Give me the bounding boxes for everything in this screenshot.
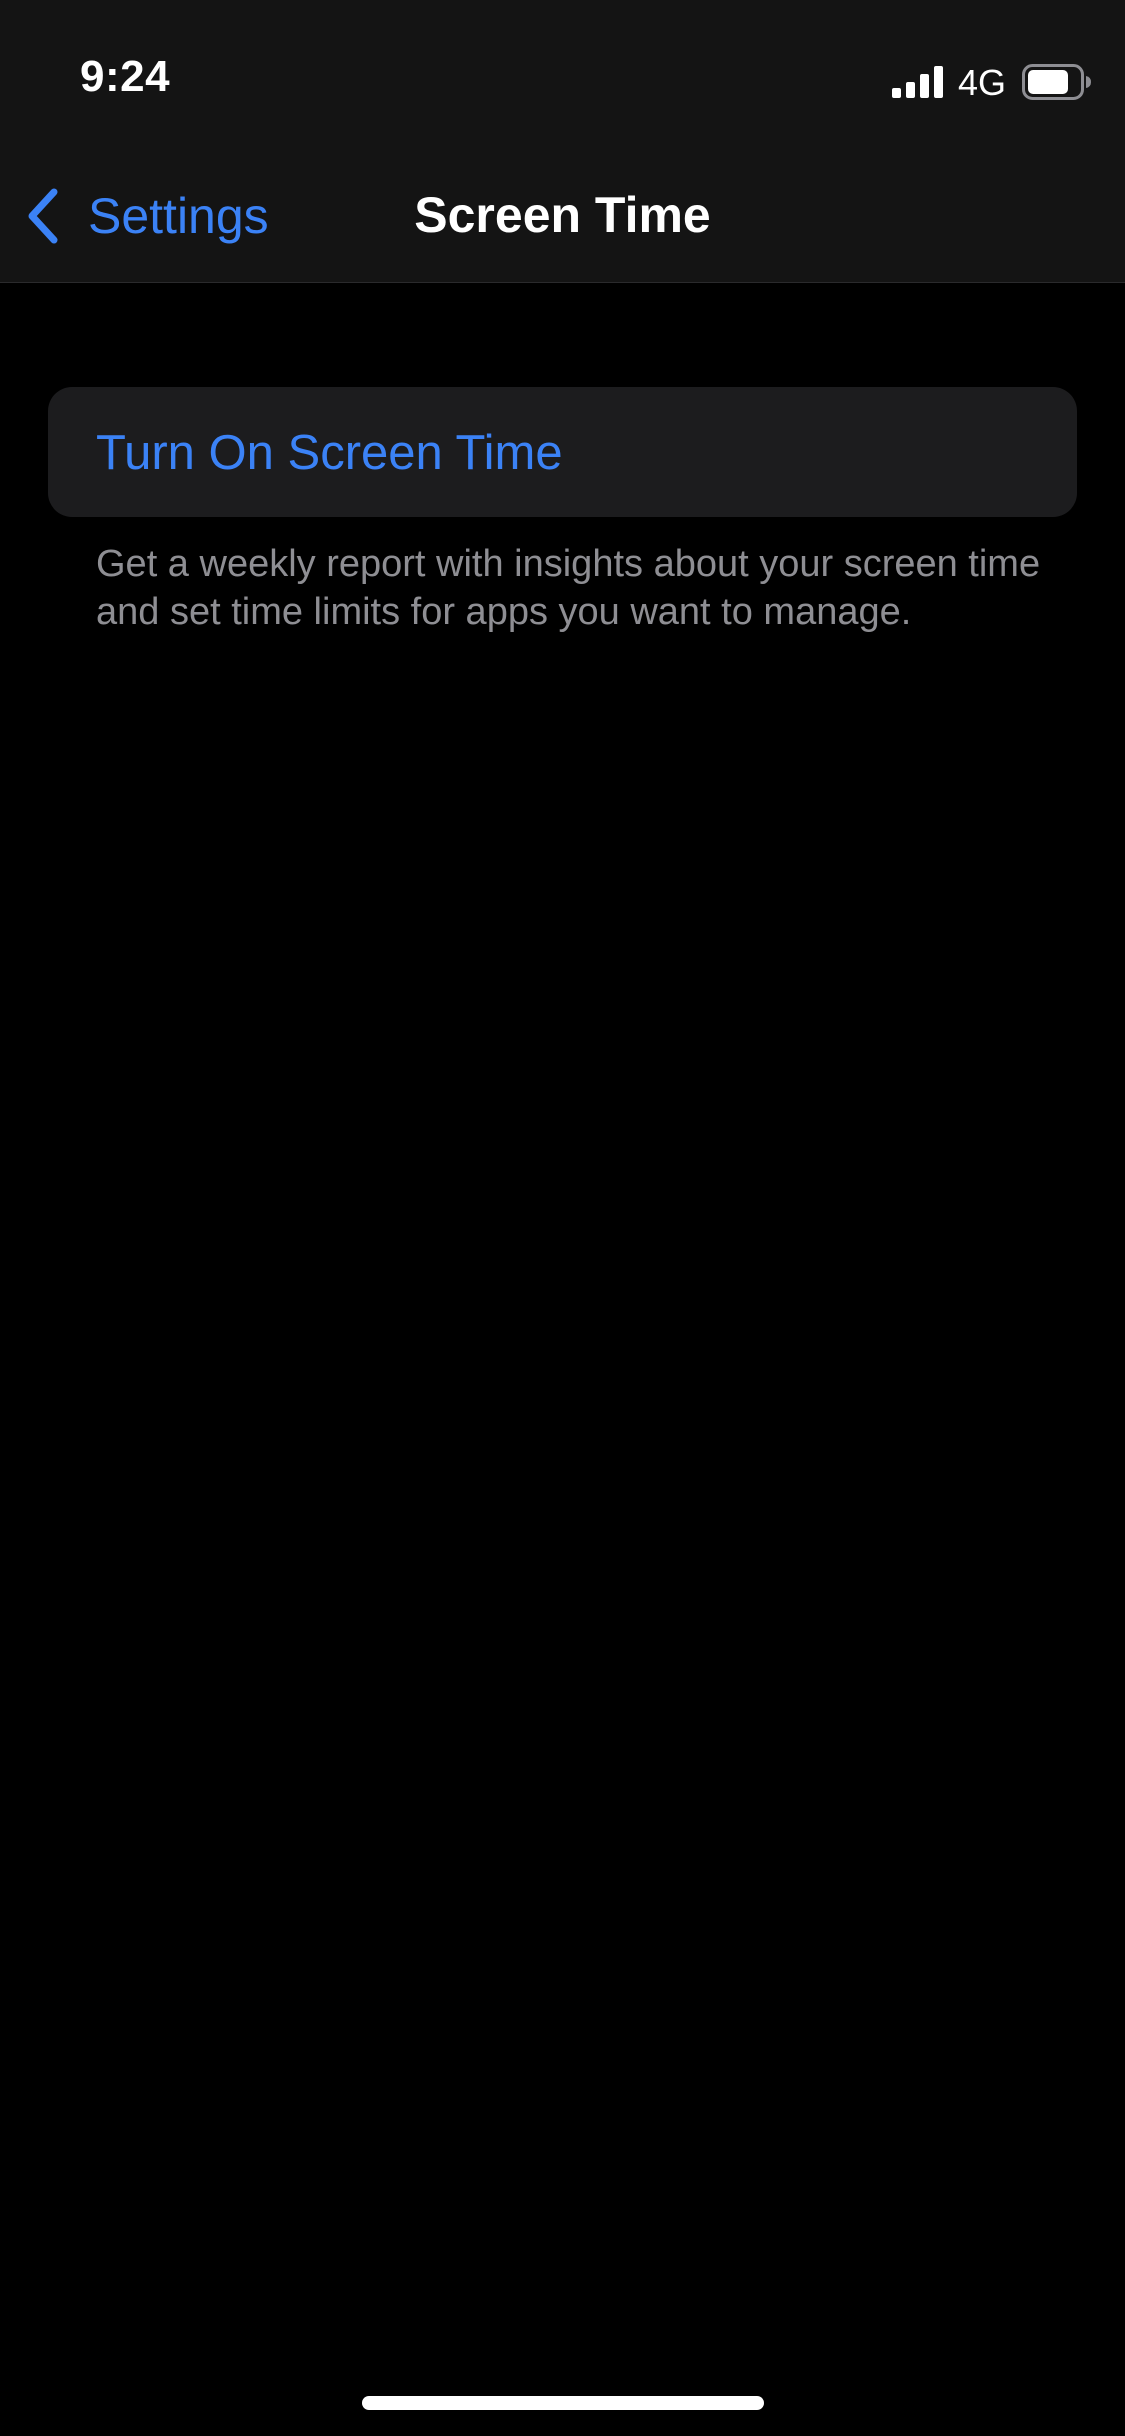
- status-bar: 9:24 4G: [0, 0, 1125, 150]
- screen-time-description: Get a weekly report with insights about …: [96, 543, 1041, 633]
- network-type-label: 4G: [958, 62, 1007, 103]
- page-title: Screen Time: [414, 187, 711, 243]
- top-area: 9:24 4G Settings Screen Time: [0, 0, 1125, 283]
- status-time: 9:24: [80, 52, 171, 101]
- turn-on-screen-time-label: Turn On Screen Time: [96, 426, 563, 480]
- turn-on-screen-time-button[interactable]: Turn On Screen Time: [48, 387, 1077, 517]
- navigation-bar: Settings Screen Time: [0, 150, 1125, 282]
- cellular-signal-icon: [892, 66, 943, 98]
- battery-icon: [1022, 64, 1091, 100]
- home-indicator[interactable]: [362, 2396, 764, 2410]
